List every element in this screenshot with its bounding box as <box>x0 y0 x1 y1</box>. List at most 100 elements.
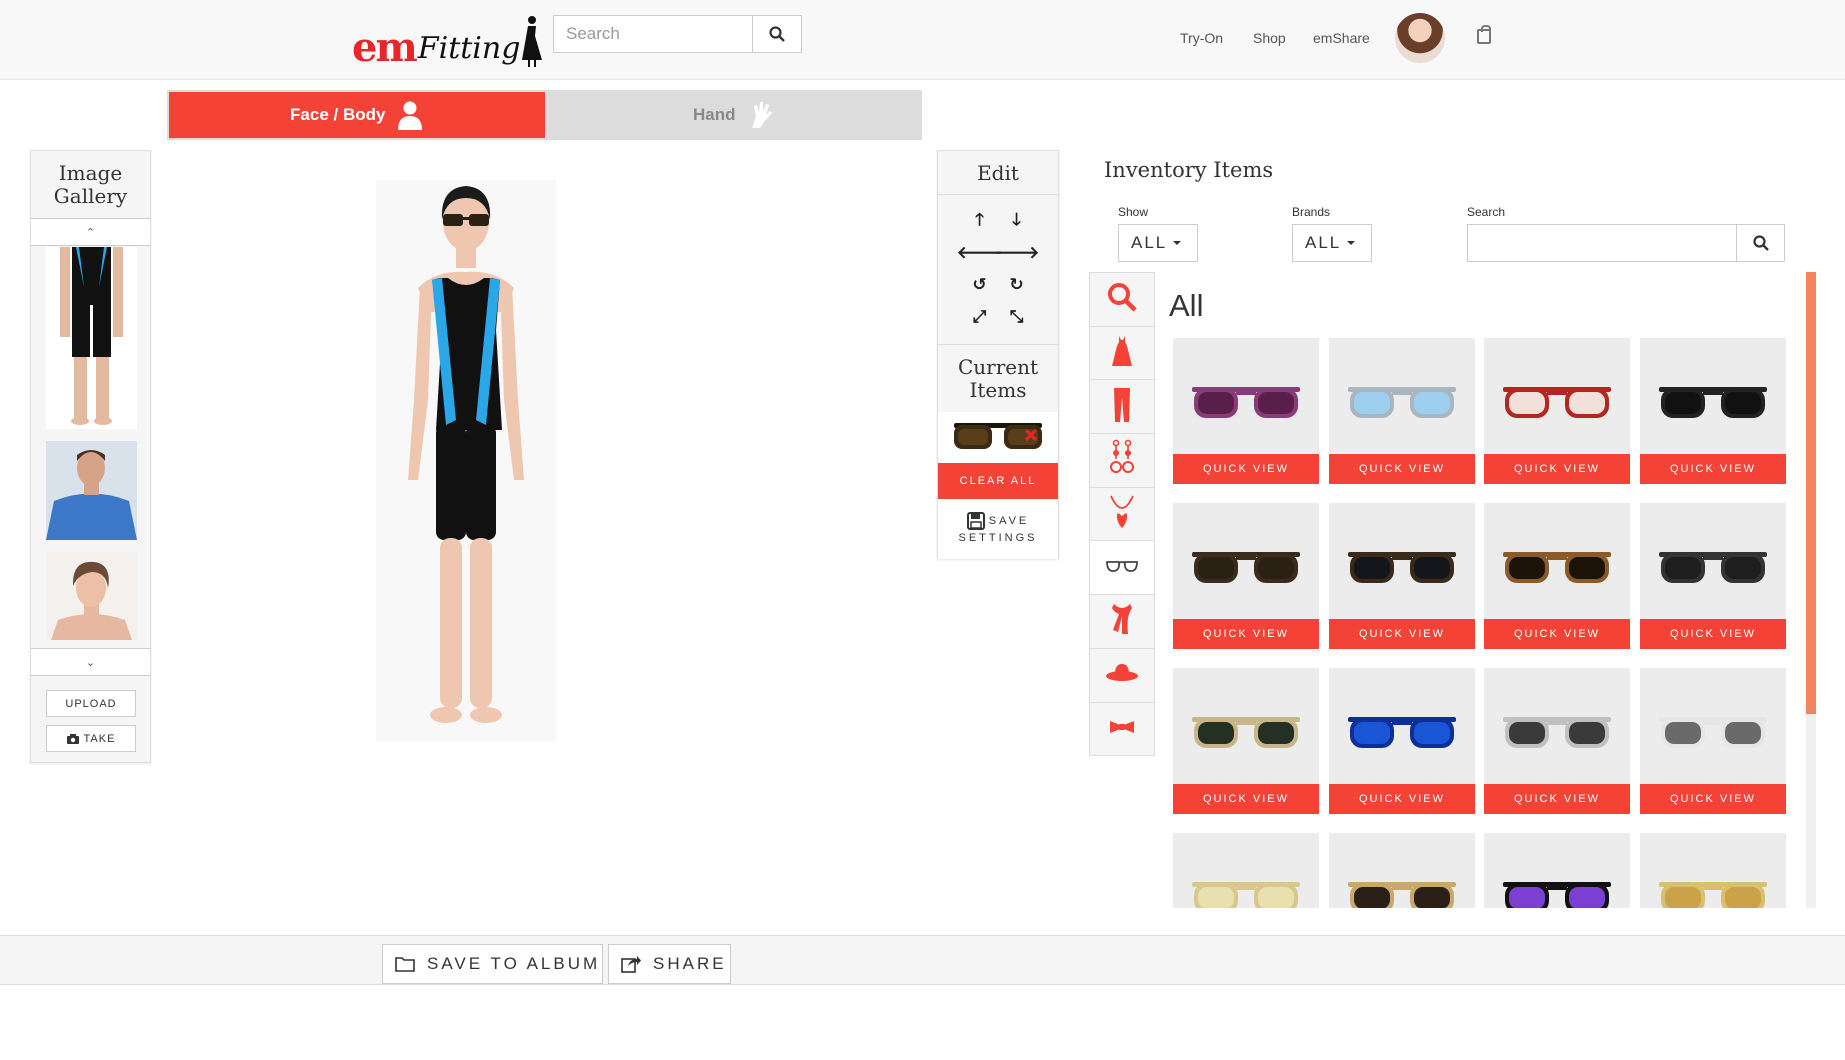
product-card[interactable]: QUICK VIEW <box>1640 503 1786 649</box>
upload-button[interactable]: UPLOAD <box>46 690 136 717</box>
quick-view-button[interactable]: QUICK VIEW <box>1484 454 1630 484</box>
quick-view-button[interactable]: QUICK VIEW <box>1640 784 1786 814</box>
category-dress[interactable] <box>1090 327 1154 381</box>
quick-view-button[interactable]: QUICK VIEW <box>1484 619 1630 649</box>
category-necklace[interactable] <box>1090 488 1154 542</box>
quick-view-button[interactable]: QUICK VIEW <box>1173 784 1319 814</box>
current-item-sunglasses[interactable] <box>938 412 1058 463</box>
product-card[interactable]: QUICK VIEW <box>1329 338 1475 484</box>
category-pants[interactable] <box>1090 380 1154 435</box>
rotate-left-icon[interactable]: ↺ <box>961 269 998 301</box>
caret-down-icon <box>1173 241 1182 245</box>
quick-view-button[interactable]: QUICK VIEW <box>1329 619 1475 649</box>
product-card[interactable] <box>1484 833 1630 908</box>
save-to-album-button[interactable]: SAVE TO ALBUM <box>382 944 603 984</box>
expand-icon[interactable]: ⤢ <box>961 301 998 333</box>
sunglasses-image <box>1348 387 1456 418</box>
gallery-scroll-down-button[interactable]: ⌄ <box>31 648 150 676</box>
sunglasses-image <box>1503 717 1611 748</box>
quick-view-button[interactable]: QUICK VIEW <box>1173 454 1319 484</box>
gallery-scroll-up-button[interactable]: ⌃ <box>31 218 150 246</box>
quick-view-button[interactable]: QUICK VIEW <box>1640 619 1786 649</box>
emfitting-logo[interactable]: em Fitting <box>352 12 544 68</box>
thumb-man-image <box>46 441 137 540</box>
move-right-icon[interactable]: 🡒 <box>994 237 1040 269</box>
quick-view-button[interactable]: QUICK VIEW <box>1173 619 1319 649</box>
compress-icon[interactable]: ⤡ <box>998 301 1035 333</box>
product-card[interactable]: QUICK VIEW <box>1484 503 1630 649</box>
move-left-icon[interactable]: 🡐 <box>957 237 1003 269</box>
share-button[interactable]: SHARE <box>608 944 731 984</box>
gallery-thumb-swimsuit[interactable] <box>46 247 137 429</box>
sunglasses-image <box>1192 387 1300 418</box>
try-on-canvas[interactable] <box>376 180 556 742</box>
product-grid: All QUICK VIEW QUICK VIEW QUICK VIEW QUI… <box>1155 272 1815 908</box>
gallery-title: Image Gallery <box>53 161 128 208</box>
remove-item-icon[interactable] <box>1025 429 1037 441</box>
product-card[interactable]: QUICK VIEW <box>1329 668 1475 814</box>
nav-emshare[interactable]: emShare <box>1313 30 1370 46</box>
hand-icon <box>751 102 772 128</box>
save-settings-button[interactable]: SAVE SETTINGS <box>938 499 1058 559</box>
take-photo-button[interactable]: TAKE <box>46 725 136 752</box>
nav-try-on[interactable]: Try-On <box>1180 30 1223 46</box>
thumb-body-image <box>60 247 123 425</box>
product-card[interactable]: QUICK VIEW <box>1173 668 1319 814</box>
quick-view-button[interactable]: QUICK VIEW <box>1329 454 1475 484</box>
product-card[interactable]: QUICK VIEW <box>1484 338 1630 484</box>
brands-filter-dropdown[interactable]: ALL <box>1292 224 1372 262</box>
category-bowtie[interactable] <box>1090 703 1154 757</box>
tab-face-body[interactable]: Face / Body <box>169 92 545 138</box>
product-card[interactable]: QUICK VIEW <box>1640 668 1786 814</box>
category-earrings[interactable] <box>1090 434 1154 488</box>
category-hat[interactable] <box>1090 649 1154 703</box>
top-navbar: em Fitting Search Try-On Shop emShare <box>0 0 1845 80</box>
gallery-thumb-woman[interactable] <box>46 552 137 640</box>
quick-view-button[interactable]: QUICK VIEW <box>1329 784 1475 814</box>
hat-icon <box>1105 662 1139 688</box>
sunglasses-image <box>1348 882 1456 908</box>
bottom-toolbar: SAVE TO ALBUM SHARE <box>0 935 1845 985</box>
rotate-right-icon[interactable]: ↻ <box>998 269 1035 301</box>
grid-heading: All <box>1169 288 1204 323</box>
product-card[interactable]: QUICK VIEW <box>1640 338 1786 484</box>
clear-all-button[interactable]: CLEAR ALL <box>938 463 1058 499</box>
sunglasses-image <box>1659 717 1767 748</box>
sunglasses-image <box>1192 882 1300 908</box>
product-card[interactable]: QUICK VIEW <box>1173 338 1319 484</box>
grid-scrollbar-thumb[interactable] <box>1806 272 1816 714</box>
product-card[interactable]: QUICK VIEW <box>1329 503 1475 649</box>
show-filter-dropdown[interactable]: ALL <box>1118 224 1198 262</box>
product-card[interactable]: QUICK VIEW <box>1173 503 1319 649</box>
category-scarf[interactable] <box>1090 595 1154 649</box>
category-glasses[interactable] <box>1090 541 1154 596</box>
tab-hand[interactable]: Hand <box>544 92 920 138</box>
product-card[interactable] <box>1173 833 1319 908</box>
current-sunglasses-image <box>954 423 1042 449</box>
inventory-search-input[interactable] <box>1467 224 1738 262</box>
product-card[interactable] <box>1640 833 1786 908</box>
user-avatar[interactable] <box>1395 13 1445 63</box>
inventory-search-button[interactable] <box>1736 224 1785 262</box>
category-search[interactable] <box>1090 273 1154 327</box>
gallery-thumb-man[interactable] <box>46 441 137 540</box>
header-search-button[interactable] <box>752 15 802 53</box>
sunglasses-image <box>1192 552 1300 583</box>
search-icon <box>1107 282 1137 316</box>
product-card[interactable]: QUICK VIEW <box>1484 668 1630 814</box>
sunglasses-image <box>1348 552 1456 583</box>
header-search-input[interactable]: Search <box>553 15 754 53</box>
quick-view-button[interactable]: QUICK VIEW <box>1484 784 1630 814</box>
logo-fitting-text: Fitting <box>417 31 521 66</box>
grid-scrollbar[interactable] <box>1806 272 1816 908</box>
shopping-bag-icon[interactable] <box>1477 25 1491 44</box>
product-card[interactable] <box>1329 833 1475 908</box>
mode-tabs: Face / Body Hand <box>167 90 922 140</box>
share-icon <box>621 956 641 973</box>
show-filter-label: Show <box>1118 205 1149 219</box>
move-down-icon[interactable]: 🡓 <box>998 205 1035 237</box>
move-up-icon[interactable]: 🡑 <box>961 205 998 237</box>
quick-view-button[interactable]: QUICK VIEW <box>1640 454 1786 484</box>
pants-icon <box>1113 387 1131 427</box>
nav-shop[interactable]: Shop <box>1253 30 1286 46</box>
